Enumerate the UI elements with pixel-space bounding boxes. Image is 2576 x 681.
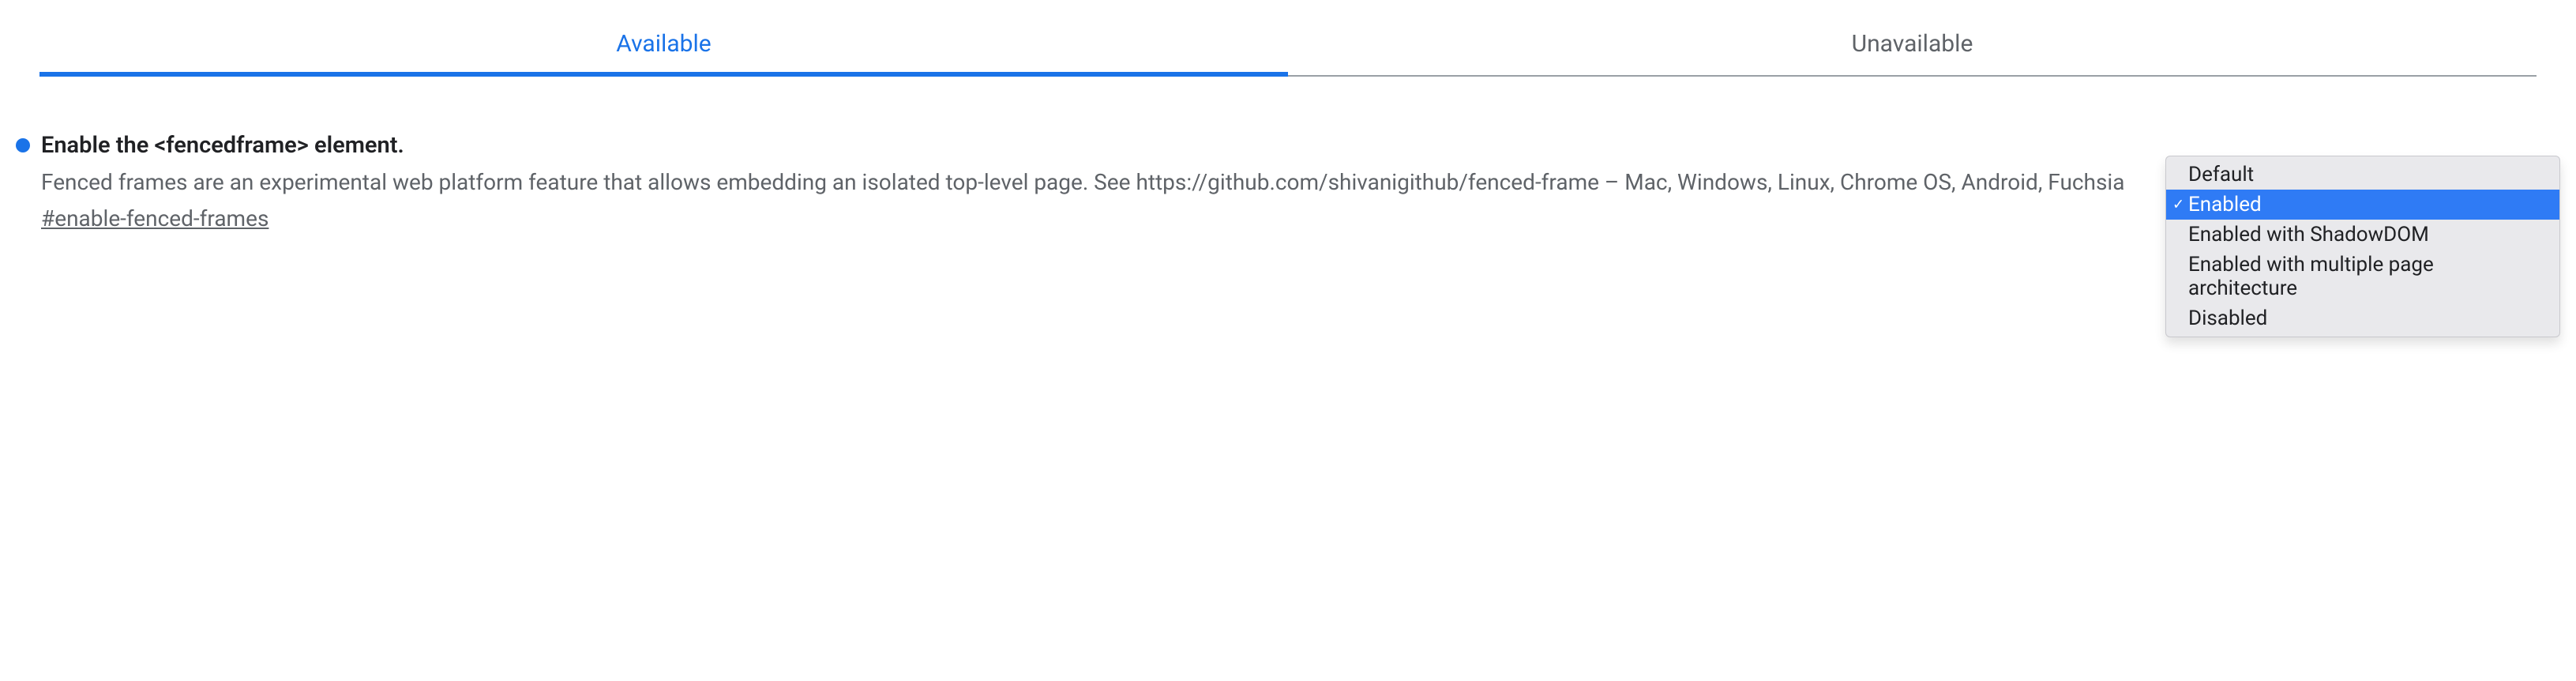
flag-anchor-link[interactable]: #enable-fenced-frames bbox=[41, 205, 2142, 231]
dropdown-option-enabled-label: Enabled bbox=[2188, 193, 2262, 216]
dropdown-option-enabled[interactable]: ✓ Enabled bbox=[2166, 190, 2559, 220]
dropdown-option-default[interactable]: Default bbox=[2166, 160, 2559, 190]
flag-dropdown[interactable]: Default ✓ Enabled Enabled with ShadowDOM… bbox=[2165, 156, 2560, 337]
flag-row: Enable the <fencedframe> element. Fenced… bbox=[16, 132, 2560, 337]
flag-title-line: Enable the <fencedframe> element. bbox=[16, 132, 2142, 159]
flag-title: Enable the <fencedframe> element. bbox=[41, 132, 404, 159]
dropdown-option-shadowdom[interactable]: Enabled with ShadowDOM bbox=[2166, 220, 2559, 250]
flag-description: Fenced frames are an experimental web pl… bbox=[41, 167, 2142, 198]
checkmark-icon: ✓ bbox=[2172, 197, 2184, 213]
tab-unavailable[interactable]: Unavailable bbox=[1288, 16, 2537, 77]
tab-available[interactable]: Available bbox=[39, 16, 1288, 77]
flag-text-block: Enable the <fencedframe> element. Fenced… bbox=[16, 132, 2165, 231]
status-dot-icon bbox=[16, 138, 30, 152]
dropdown-option-mpa[interactable]: Enabled with multiple page architecture bbox=[2166, 250, 2559, 303]
dropdown-option-disabled[interactable]: Disabled bbox=[2166, 303, 2559, 333]
tabs-bar: Available Unavailable bbox=[39, 16, 2537, 77]
